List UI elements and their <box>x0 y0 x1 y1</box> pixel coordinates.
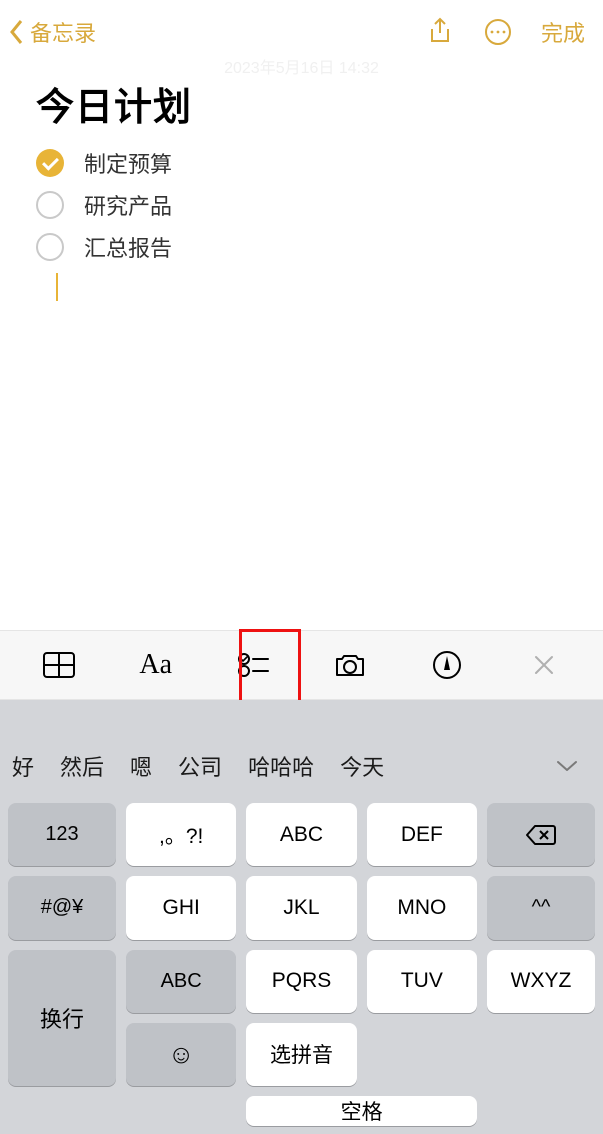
key-wxyz[interactable]: WXYZ <box>487 950 595 1013</box>
checkbox[interactable] <box>36 149 64 177</box>
candidate-word[interactable]: 然后 <box>60 750 104 782</box>
key-pinyin[interactable]: 选拼音 <box>246 1023 356 1086</box>
note-body[interactable]: 今日计划 制定预算研究产品汇总报告 <box>0 64 603 301</box>
checklist-row[interactable]: 制定预算 <box>36 147 571 179</box>
camera-icon[interactable] <box>320 640 380 690</box>
checklist-text[interactable]: 研究产品 <box>84 189 172 221</box>
key-punct[interactable]: ,。?! <box>126 803 236 866</box>
keyboard: 123 ,。?! ABC DEF #@¥ GHI JKL MNO ^^ ABC … <box>0 795 603 1134</box>
key-abc2[interactable]: ABC <box>246 803 356 866</box>
navbar: 备忘录 完成 <box>0 0 603 64</box>
markup-icon[interactable] <box>417 640 477 690</box>
key-space[interactable]: 空格 <box>246 1096 477 1126</box>
candidate-area: 好然后嗯公司哈哈哈今天 <box>0 700 603 795</box>
checklist-row[interactable]: 汇总报告 <box>36 231 571 263</box>
nav-right: 完成 <box>425 16 585 48</box>
candidate-word[interactable]: 好 <box>12 750 34 782</box>
key-mno[interactable]: MNO <box>367 876 477 939</box>
key-123[interactable]: 123 <box>8 803 116 866</box>
candidate-word[interactable]: 今天 <box>340 750 384 782</box>
key-jkl[interactable]: JKL <box>246 876 356 939</box>
checkbox[interactable] <box>36 191 64 219</box>
key-ghi[interactable]: GHI <box>126 876 236 939</box>
more-icon[interactable] <box>483 17 513 47</box>
key-kaomoji[interactable]: ^^ <box>487 876 595 939</box>
checklist-row[interactable]: 研究产品 <box>36 189 571 221</box>
key-symbols[interactable]: #@¥ <box>8 876 116 939</box>
candidate-row: 好然后嗯公司哈哈哈今天 <box>0 737 603 795</box>
text-format-icon[interactable]: Aa <box>126 640 186 690</box>
table-icon[interactable] <box>29 640 89 690</box>
checklist-text[interactable]: 汇总报告 <box>84 231 172 263</box>
key-pqrs[interactable]: PQRS <box>246 950 356 1013</box>
done-button[interactable]: 完成 <box>541 16 585 48</box>
key-def[interactable]: DEF <box>367 803 477 866</box>
checklist-text[interactable]: 制定预算 <box>84 147 172 179</box>
checklist-icon[interactable] <box>223 640 283 690</box>
key-enter[interactable]: 换行 <box>8 950 116 1087</box>
back-label: 备忘录 <box>30 16 96 48</box>
key-abc-mode[interactable]: ABC <box>126 950 236 1013</box>
close-icon[interactable] <box>514 640 574 690</box>
back-button[interactable]: 备忘录 <box>8 16 96 48</box>
candidate-word[interactable]: 公司 <box>178 750 222 782</box>
note-title[interactable]: 今日计划 <box>36 76 571 131</box>
key-tuv[interactable]: TUV <box>367 950 477 1013</box>
candidate-word[interactable]: 嗯 <box>130 750 152 782</box>
text-cursor <box>56 273 58 301</box>
checkbox[interactable] <box>36 233 64 261</box>
candidate-word[interactable]: 哈哈哈 <box>248 750 314 782</box>
share-icon[interactable] <box>425 17 455 47</box>
key-emoji[interactable]: ☺ <box>126 1023 236 1086</box>
format-toolbar: Aa <box>0 630 603 700</box>
candidate-toggle[interactable] <box>541 740 593 792</box>
key-backspace[interactable] <box>487 803 595 866</box>
